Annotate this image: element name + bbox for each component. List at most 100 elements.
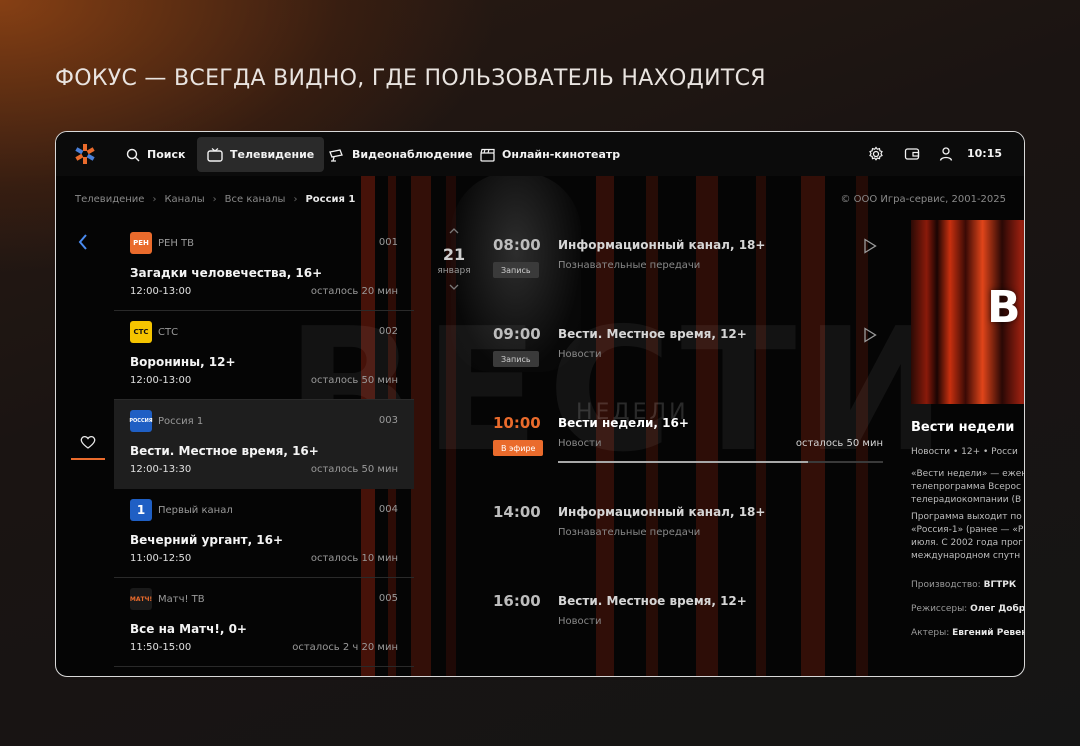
nav-search-label: Поиск [147,148,186,161]
wallet-icon[interactable] [904,146,920,162]
channel-logo: СТС [130,321,152,343]
channel-name: Матч! ТВ [158,593,205,605]
live-progress-bar [558,461,883,463]
tv-icon [207,147,223,162]
channel-name: Первый канал [158,504,233,516]
channel-remaining: осталось 10 мин [310,553,398,564]
schedule-genre: Познавательные передачи [558,527,701,538]
schedule-time: 09:00 [493,325,541,343]
program-poster[interactable]: В [911,220,1024,404]
channel-number: 001 [378,237,398,248]
channel-list: РЕН РЕН ТВ 001 Загадки человечества, 16+… [114,222,414,667]
progress-fill [558,461,809,463]
channel-name: СТС [158,326,179,338]
chevron-right-icon: › [152,194,157,205]
detail-title: Вести недели [911,420,1015,435]
settings-gear-icon[interactable] [868,146,884,162]
nav-video-surveillance[interactable]: Видеонаблюдение [319,137,483,172]
program-details-panel: В Вести недели Новости • 12+ • Росси «Ве… [911,220,1025,676]
nav-tv[interactable]: Телевидение [197,137,325,172]
schedule-genre: Познавательные передачи [558,260,701,271]
page-headline: ФОКУС — ВСЕГДА ВИДНО, ГДЕ ПОЛЬЗОВАТЕЛЬ Н… [55,66,766,91]
date-month: января [437,266,471,276]
breadcrumb-item-tv[interactable]: Телевидение [75,194,144,205]
record-badge[interactable]: Запись [493,351,539,367]
channel-program: Воронины, 12+ [130,355,236,369]
channel-time: 12:00-13:00 [130,375,192,386]
channel-program: Загадки человечества, 16+ [130,266,323,280]
schedule-title: Информационный канал, 18+ [558,238,766,252]
brand-logo-icon[interactable] [74,143,96,165]
profile-icon[interactable] [938,146,954,162]
nav-search[interactable]: Поиск [116,137,195,172]
channel-remaining: осталось 50 мин [310,375,398,386]
channel-logo: РОССИЯ [129,410,153,432]
channel-remaining: осталось 50 мин [310,464,398,475]
nav-cinema-label: Онлайн-кинотеатр [502,148,621,161]
channel-program: Вечерний ургант, 16+ [130,533,284,547]
tv-app-window: ВЕСТИ НЕДЕЛИ Поиск Телевидение Видеонабл… [55,131,1025,677]
channel-logo: МАТЧ! [130,588,152,610]
schedule-title: Вести недели, 16+ [558,416,689,430]
breadcrumb: Телевидение › Каналы › Все каналы › Росс… [75,194,355,205]
arrow-left-icon[interactable] [76,232,90,252]
schedule-genre: Новости [558,349,602,360]
channel-program: Все на Матч!, 0+ [130,622,247,636]
channel-row[interactable]: 1 Первый канал 004 Вечерний ургант, 16+ … [114,489,414,578]
schedule-time: 10:00 [493,414,541,432]
date-selector[interactable]: 21 января [434,220,474,295]
chevron-right-icon: › [293,194,298,205]
schedule-time: 08:00 [493,236,541,254]
chevron-down-icon[interactable] [448,283,460,291]
play-icon[interactable] [863,238,877,254]
favorite-button[interactable] [71,426,105,460]
top-navigation: Поиск Телевидение Видеонаблюдение Онлайн… [56,132,1024,176]
nav-video-label: Видеонаблюдение [352,148,473,161]
channel-number: 004 [378,504,398,515]
date-day: 21 [442,245,466,264]
channel-program: Вести. Местное время, 16+ [130,444,319,458]
channel-row[interactable]: РЕН РЕН ТВ 001 Загадки человечества, 16+… [114,222,414,311]
schedule-remaining: осталось 50 мин [795,438,883,449]
schedule-title: Вести. Местное время, 12+ [558,327,747,341]
channel-row-focused[interactable]: РОССИЯ Россия 1 003 Вести. Местное время… [114,400,414,489]
breadcrumb-current: Россия 1 [305,194,356,205]
detail-directors: Режиссеры: Олег Добр [911,604,1025,614]
play-icon[interactable] [863,327,877,343]
detail-actors: Актеры: Евгений Ревен [911,628,1025,638]
channel-row[interactable]: МАТЧ! Матч! ТВ 005 Все на Матч!, 0+ 11:5… [114,578,414,667]
schedule-title: Вести. Местное время, 12+ [558,594,747,608]
poster-text: В [987,282,1023,333]
clapperboard-icon [480,148,495,162]
channel-name: РЕН ТВ [158,237,195,249]
channel-remaining: осталось 20 мин [310,286,398,297]
nav-online-cinema[interactable]: Онлайн-кинотеатр [470,137,630,172]
channel-logo: РЕН [130,232,152,254]
schedule-genre: Новости [558,616,602,627]
schedule-time: 14:00 [493,503,541,521]
channel-time: 12:00-13:30 [130,464,192,475]
breadcrumb-item-channels[interactable]: Каналы [164,194,204,205]
breadcrumb-item-all-channels[interactable]: Все каналы [225,194,286,205]
search-icon [126,148,140,161]
channel-row[interactable]: СТС СТС 002 Воронины, 12+ 12:00-13:00 ос… [114,311,414,400]
on-air-badge: В эфире [493,440,544,456]
channel-time: 12:00-13:00 [130,286,192,297]
detail-meta: Новости • 12+ • Росси [911,447,1018,457]
channel-logo: 1 [130,499,152,521]
channel-time: 11:00-12:50 [130,553,192,564]
chevron-up-icon[interactable] [448,227,460,235]
channel-remaining: осталось 2 ч 20 мин [292,642,398,653]
record-badge[interactable]: Запись [493,262,539,278]
detail-production: Производство: ВГТРК [911,580,1017,590]
channel-name: Россия 1 [158,415,204,427]
heart-icon [80,435,96,449]
schedule-genre: Новости [558,438,602,449]
chevron-right-icon: › [212,194,217,205]
schedule-time: 16:00 [493,592,541,610]
detail-description: «Вести недели» — ежен телепрограмма Всер… [911,469,1025,561]
copyright: © ООО Игра-сервис, 2001-2025 [840,194,1006,205]
nav-tv-label: Телевидение [230,148,315,161]
channel-number: 005 [378,593,398,604]
camera-icon [329,148,343,162]
